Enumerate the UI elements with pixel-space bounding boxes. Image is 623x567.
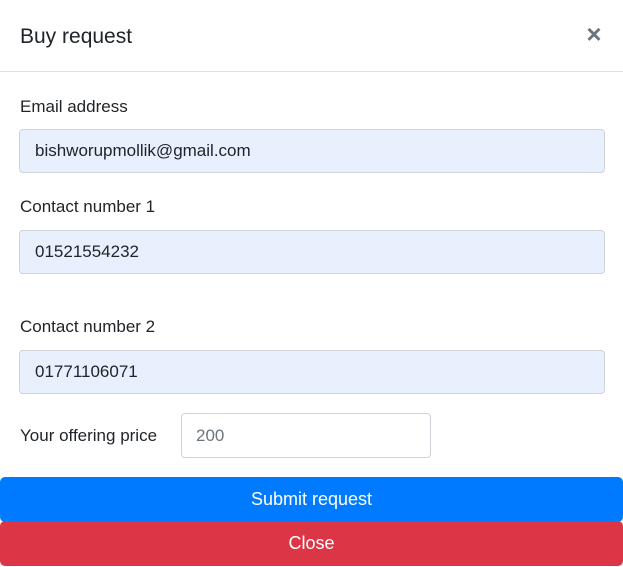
offering-price-input[interactable] xyxy=(181,413,431,458)
modal-header: Buy request × xyxy=(0,0,623,72)
email-field[interactable] xyxy=(19,129,605,173)
contact-number-1-field[interactable] xyxy=(19,230,605,274)
contact-number-2-field[interactable] xyxy=(19,350,605,394)
submit-request-button[interactable]: Submit request xyxy=(0,477,623,522)
email-label: Email address xyxy=(20,97,128,116)
contact-number-1-label: Contact number 1 xyxy=(20,197,156,216)
buy-request-modal: Buy request × Email address Contact numb… xyxy=(0,0,623,567)
modal-title: Buy request xyxy=(20,25,133,48)
contact-number-2-label: Contact number 2 xyxy=(20,317,156,336)
close-icon[interactable]: × xyxy=(585,21,603,47)
offering-price-label: Your offering price xyxy=(20,426,158,445)
close-button[interactable]: Close xyxy=(0,521,623,566)
